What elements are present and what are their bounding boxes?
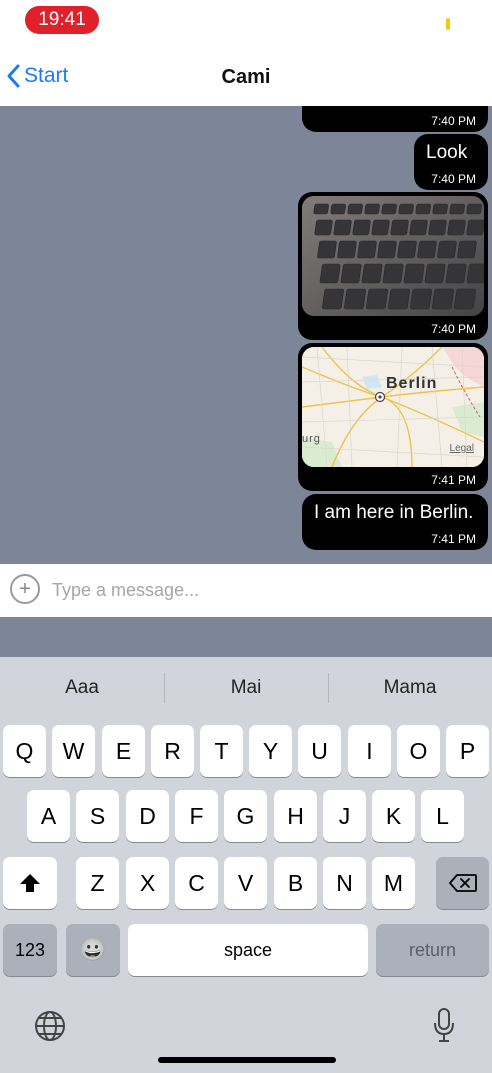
message-input[interactable] [52,572,472,608]
microphone-icon[interactable] [432,1007,456,1048]
key-g[interactable]: G [224,790,267,842]
emoji-icon: 😀 [79,937,107,962]
status-time: 19:41 [25,6,99,34]
key-k[interactable]: K [372,790,415,842]
status-bar: 19:41 [0,0,492,50]
key-z[interactable]: Z [76,857,119,909]
map-place-label: urg [302,433,321,445]
home-indicator[interactable] [158,1057,336,1063]
message-bubble-text[interactable]: Look 7:40 PM [414,134,488,190]
message-time: 7:41 PM [431,532,476,546]
key-n[interactable]: N [323,857,366,909]
key-b[interactable]: B [274,857,317,909]
message-bubble-image[interactable]: 7:40 PM [302,106,488,132]
key-m[interactable]: M [372,857,415,909]
key-w[interactable]: W [52,725,95,777]
emoji-key[interactable]: 😀 [66,924,120,976]
key-d[interactable]: D [126,790,169,842]
message-bubble-text[interactable]: I am here in Berlin. 7:41 PM [302,494,488,550]
suggestion-item[interactable]: Mama [328,665,492,711]
map-city-label: Berlin [386,375,438,392]
message-text: Look [426,142,468,163]
keyboard-photo [302,196,484,316]
key-o[interactable]: O [397,725,440,777]
key-p[interactable]: P [446,725,489,777]
key-h[interactable]: H [274,790,317,842]
key-r[interactable]: R [151,725,194,777]
shift-key[interactable] [3,857,57,909]
globe-icon[interactable] [33,1009,67,1048]
key-e[interactable]: E [102,725,145,777]
nav-bar: Start Cami [0,50,492,106]
backspace-icon [448,874,477,892]
key-x[interactable]: X [126,857,169,909]
message-bubble-location[interactable]: Berlin urg Legal 7:41 PM [298,343,488,491]
message-time: 7:40 PM [431,172,476,186]
delete-key[interactable] [436,857,489,909]
key-s[interactable]: S [76,790,119,842]
chat-area-footer [0,617,492,657]
numbers-key[interactable]: 123 [3,924,57,976]
page-title: Cami [221,66,271,88]
chat-area[interactable]: 7:40 PM Look 7:40 PM 7:40 PM Berlin urg … [0,106,492,564]
key-t[interactable]: T [200,725,243,777]
add-attachment-button[interactable]: + [10,574,40,604]
key-j[interactable]: J [323,790,366,842]
map-legal-link[interactable]: Legal [450,443,474,454]
key-q[interactable]: Q [3,725,46,777]
key-c[interactable]: C [175,857,218,909]
key-l[interactable]: L [421,790,464,842]
map-preview: Berlin urg Legal [302,347,484,467]
key-f[interactable]: F [175,790,218,842]
key-a[interactable]: A [27,790,70,842]
space-key[interactable]: space [128,924,368,976]
suggestion-item[interactable]: Mai [164,665,328,711]
status-indicator-icon [446,18,450,30]
key-u[interactable]: U [298,725,341,777]
message-bubble-image[interactable]: 7:40 PM [298,192,488,340]
predictive-bar: Aaa Mai Mama [0,665,492,711]
keyboard: Aaa Mai Mama Q W E R T Y U I O P A S D F… [0,657,492,1073]
message-time: 7:40 PM [431,322,476,336]
plus-icon: + [19,577,31,600]
message-time: 7:41 PM [431,473,476,487]
suggestion-item[interactable]: Aaa [0,665,164,711]
key-v[interactable]: V [224,857,267,909]
key-y[interactable]: Y [249,725,292,777]
return-key[interactable]: return [376,924,489,976]
key-i[interactable]: I [348,725,391,777]
shift-icon [20,874,40,892]
message-composer: + [0,564,492,617]
message-text: I am here in Berlin. [314,502,474,523]
message-time: 7:40 PM [431,114,476,128]
